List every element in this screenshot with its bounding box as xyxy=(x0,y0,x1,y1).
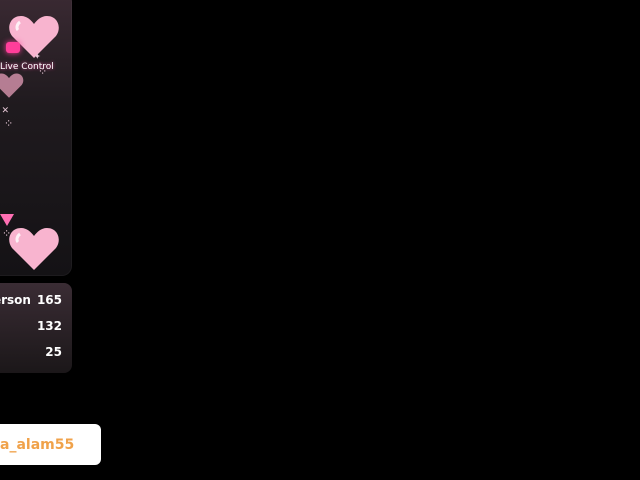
leaderboard-value: 25 xyxy=(45,345,62,359)
leaderboard-panel: erson 165 132 25 xyxy=(0,283,72,373)
heart-icon xyxy=(8,224,60,272)
leaderboard-row: 25 xyxy=(39,345,62,359)
leaderboard-value: 165 xyxy=(36,293,62,307)
leaderboard-row: 132 xyxy=(31,319,62,333)
sparkle-icon: ✕ xyxy=(2,103,9,116)
stream-canvas: ✧ Live Control ✦ ⁘ ✕ ⁘ ⁘ xyxy=(0,0,640,480)
sparkle-icon: ✦ xyxy=(34,49,41,62)
username-text: a_alam55 xyxy=(0,436,75,453)
leaderboard-row: erson 165 xyxy=(0,293,62,307)
heart-icon xyxy=(0,70,24,100)
sparkle-icon: ⁘ xyxy=(4,117,14,130)
sparkle-icon: ⁘ xyxy=(38,65,48,78)
username-badge[interactable]: a_alam55 xyxy=(0,424,101,465)
leaderboard-name: erson xyxy=(0,293,31,307)
tip-menu-overlay: ✧ Live Control ✦ ⁘ ✕ ⁘ ⁘ xyxy=(0,0,72,276)
live-control-icon xyxy=(6,42,20,53)
leaderboard-value: 132 xyxy=(36,319,62,333)
